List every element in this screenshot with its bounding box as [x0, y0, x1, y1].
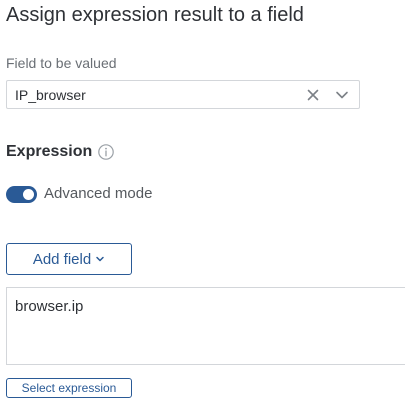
add-field-label: Add field: [32, 250, 92, 268]
info-icon[interactable]: [97, 143, 115, 161]
advanced-mode-toggle[interactable]: [6, 186, 37, 203]
select-expression-button[interactable]: Select expression: [6, 378, 132, 398]
expression-input[interactable]: browser.ip: [6, 287, 405, 365]
chevron-down-icon[interactable]: [334, 87, 350, 103]
expression-heading: Expression: [6, 143, 93, 160]
toggle-knob: [23, 189, 34, 200]
close-icon[interactable]: [305, 87, 321, 103]
dialog-title: Assign expression result to a field: [6, 4, 304, 26]
field-to-be-valued-label: Field to be valued: [6, 55, 117, 71]
field-select-value: IP_browser: [15, 87, 86, 103]
add-field-button[interactable]: Add field: [6, 243, 132, 275]
field-select[interactable]: IP_browser: [6, 80, 360, 109]
chevron-down-icon: [95, 254, 105, 264]
advanced-mode-label: Advanced mode: [44, 185, 153, 202]
